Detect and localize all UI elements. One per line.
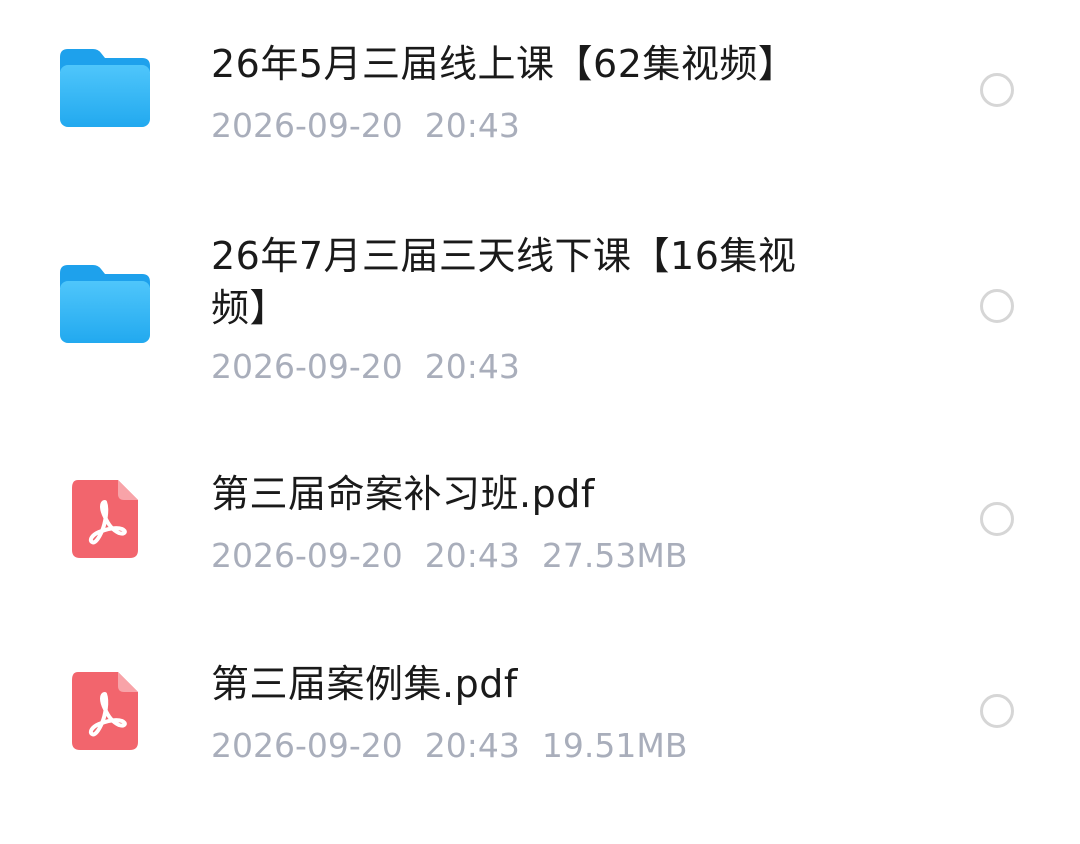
file-meta: 2026-09-20 20:43 27.53MB xyxy=(211,536,687,576)
select-checkbox[interactable] xyxy=(980,289,1014,323)
file-name: 第三届命案补习班.pdf xyxy=(211,472,595,516)
pdf-icon xyxy=(72,672,138,754)
file-size: 19.51MB xyxy=(541,726,688,765)
file-time: 20:43 xyxy=(424,726,520,765)
list-item[interactable]: 26年7月三届三天线下课【16集视频】 2026-09-20 20:43 xyxy=(0,200,1080,430)
file-date: 2026-09-20 xyxy=(211,347,403,386)
file-date: 2026-09-20 xyxy=(211,106,403,145)
file-name: 26年5月三届线上课【62集视频】 xyxy=(211,42,797,86)
file-meta: 2026-09-20 20:43 xyxy=(211,347,520,387)
file-meta: 2026-09-20 20:43 xyxy=(211,106,520,146)
file-name: 第三届案例集.pdf xyxy=(211,662,518,706)
folder-icon xyxy=(60,48,150,132)
file-date: 2026-09-20 xyxy=(211,726,403,765)
file-time: 20:43 xyxy=(424,106,520,145)
folder-icon xyxy=(60,264,150,348)
list-item[interactable]: 26年5月三届线上课【62集视频】 2026-09-20 20:43 xyxy=(0,0,1080,200)
file-time: 20:43 xyxy=(424,536,520,575)
select-checkbox[interactable] xyxy=(980,694,1014,728)
file-time: 20:43 xyxy=(424,347,520,386)
select-checkbox[interactable] xyxy=(980,502,1014,536)
list-item[interactable]: 第三届命案补习班.pdf 2026-09-20 20:43 27.53MB xyxy=(0,430,1080,620)
file-meta: 2026-09-20 20:43 19.51MB xyxy=(211,726,687,766)
file-date: 2026-09-20 xyxy=(211,536,403,575)
select-checkbox[interactable] xyxy=(980,73,1014,107)
file-list: 26年5月三届线上课【62集视频】 2026-09-20 20:43 26年7月三… xyxy=(0,0,1080,844)
pdf-icon xyxy=(72,480,138,562)
list-item[interactable]: 第三届案例集.pdf 2026-09-20 20:43 19.51MB xyxy=(0,620,1080,810)
file-name: 26年7月三届三天线下课【16集视频】 xyxy=(211,234,797,330)
file-size: 27.53MB xyxy=(541,536,688,575)
